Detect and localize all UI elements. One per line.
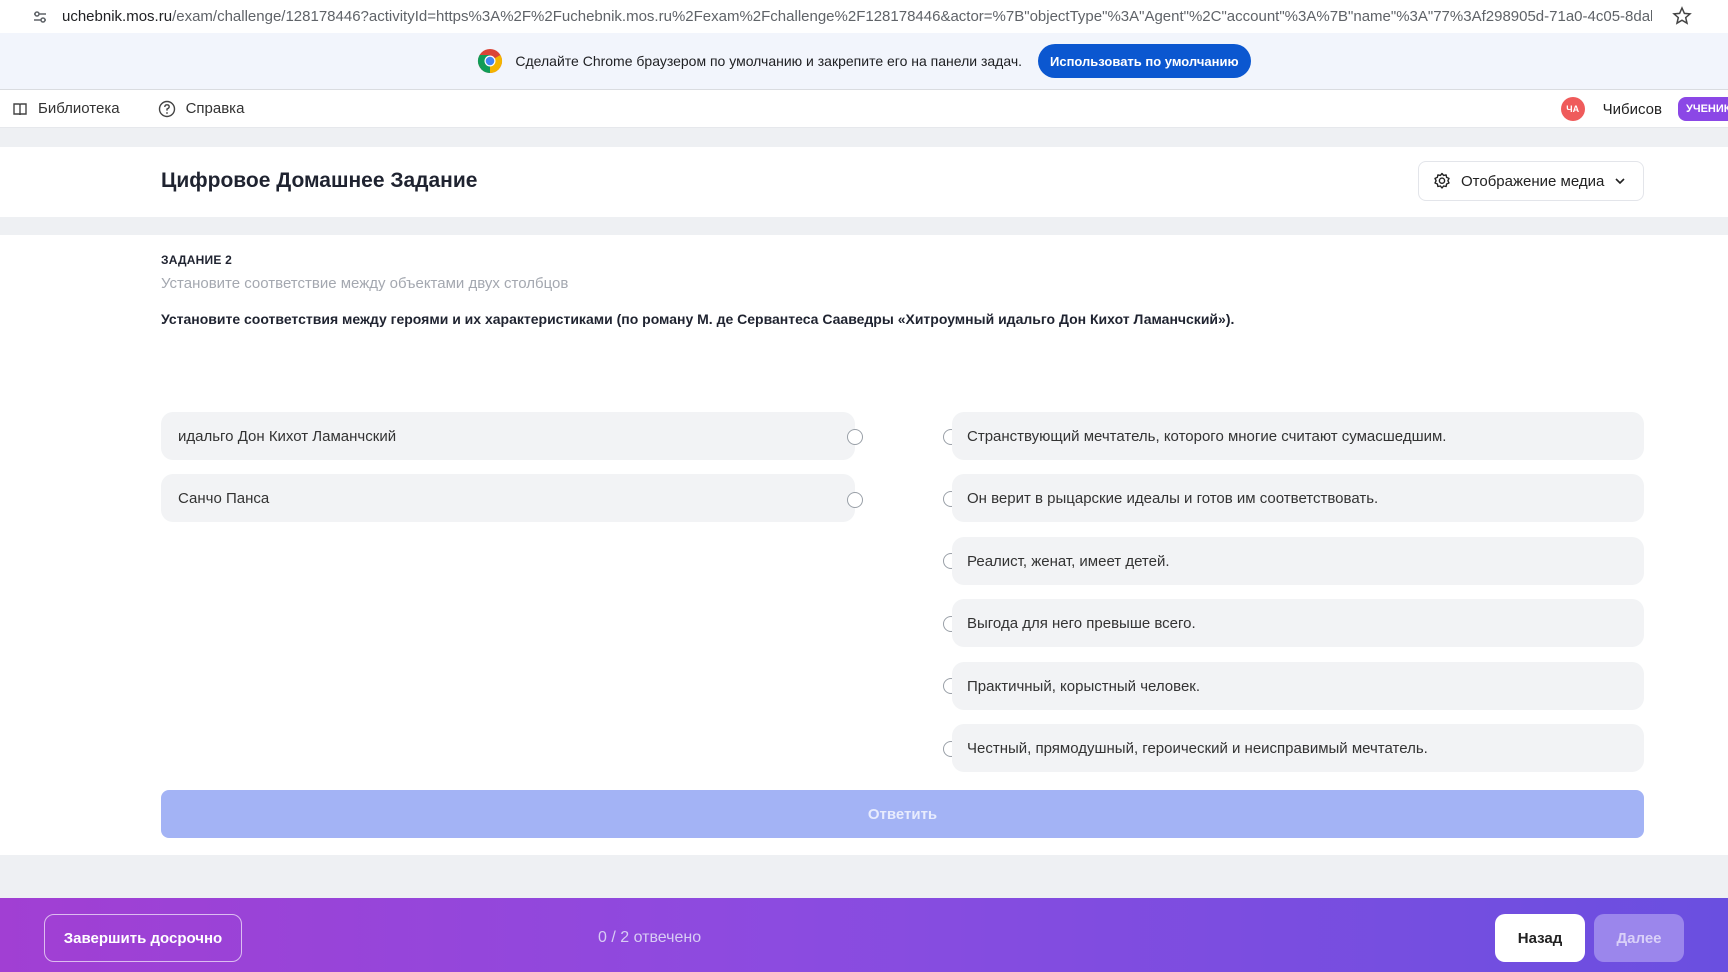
back-button[interactable]: Назад xyxy=(1495,914,1585,962)
app-nav: Библиотека Справка ЧА Чибисов УЧЕНИК xyxy=(0,90,1728,128)
right-item-label: Странствующий мечтатель, которого многие… xyxy=(967,427,1447,445)
footer-bar: Завершить досрочно 0 / 2 отвечено Назад … xyxy=(0,898,1728,972)
left-radio[interactable] xyxy=(847,492,863,508)
book-icon xyxy=(13,102,27,115)
browser-address-bar: uchebnik.mos.ru/exam/challenge/128178446… xyxy=(0,0,1728,33)
right-item-label: Реалист, женат, имеет детей. xyxy=(967,552,1170,570)
right-item[interactable]: Странствующий мечтатель, которого многие… xyxy=(952,412,1644,460)
next-button[interactable]: Далее xyxy=(1594,914,1684,962)
right-item[interactable]: Практичный, корыстный человек. xyxy=(952,662,1644,710)
page-title: Цифровое Домашнее Задание xyxy=(161,169,478,192)
left-item[interactable]: Санчо Панса xyxy=(161,474,855,522)
nav-help-label: Справка xyxy=(185,100,245,117)
nav-help[interactable]: Справка xyxy=(158,100,245,118)
right-item[interactable]: Честный, прямодушный, героический и неис… xyxy=(952,724,1644,772)
site-settings-icon[interactable] xyxy=(30,7,50,27)
default-browser-infobar: Сделайте Chrome браузером по умолчанию и… xyxy=(0,33,1728,90)
chevron-down-icon xyxy=(1615,178,1625,185)
task-question: Установите соответствия между героями и … xyxy=(161,311,1235,327)
nav-library[interactable]: Библиотека xyxy=(12,100,120,117)
avatar[interactable]: ЧА xyxy=(1560,97,1585,121)
right-item-label: Он верит в рыцарские идеалы и готов им с… xyxy=(967,489,1379,507)
task-number: ЗАДАНИЕ 2 xyxy=(161,253,232,267)
left-item[interactable]: идальго Дон Кихот Ламанчский xyxy=(161,412,855,460)
url-field[interactable]: uchebnik.mos.ru/exam/challenge/128178446… xyxy=(62,8,1652,25)
help-icon xyxy=(158,100,175,117)
finish-early-button[interactable]: Завершить досрочно xyxy=(44,914,242,962)
nav-library-label: Библиотека xyxy=(38,100,120,117)
bookmark-star-icon[interactable] xyxy=(1672,6,1692,26)
answered-progress: 0 / 2 отвечено xyxy=(598,929,702,946)
right-item[interactable]: Он верит в рыцарские идеалы и готов им с… xyxy=(952,474,1644,522)
left-item-label: Санчо Панса xyxy=(178,489,270,507)
right-item-label: Выгода для него превыше всего. xyxy=(967,614,1196,632)
left-radio[interactable] xyxy=(847,429,863,445)
right-item[interactable]: Реалист, женат, имеет детей. xyxy=(952,537,1644,585)
infobar-message: Сделайте Chrome браузером по умолчанию и… xyxy=(515,53,1022,69)
chrome-logo-icon xyxy=(477,48,503,74)
media-display-label: Отображение медиа xyxy=(1461,172,1605,190)
url-host: uchebnik.mos.ru xyxy=(62,8,173,25)
task-card: ЗАДАНИЕ 2 Установите соответствие между … xyxy=(0,235,1728,855)
user-name[interactable]: Чибисов xyxy=(1603,101,1662,118)
task-hint: Установите соответствие между объектами … xyxy=(161,275,569,292)
left-item-label: идальго Дон Кихот Ламанчский xyxy=(178,427,397,445)
right-item[interactable]: Выгода для него превыше всего. xyxy=(952,599,1644,647)
user-menu[interactable]: ЧА Чибисов УЧЕНИК xyxy=(1560,90,1728,128)
role-badge: УЧЕНИК xyxy=(1678,97,1728,121)
url-path: /exam/challenge/128178446?activityId=htt… xyxy=(172,8,1652,25)
answer-button[interactable]: Ответить xyxy=(161,790,1644,838)
gear-icon xyxy=(1434,172,1450,189)
set-default-button[interactable]: Использовать по умолчанию xyxy=(1038,44,1251,78)
title-card: Цифровое Домашнее Задание Отображение ме… xyxy=(0,147,1728,217)
right-item-label: Честный, прямодушный, героический и неис… xyxy=(967,739,1428,757)
right-item-label: Практичный, корыстный человек. xyxy=(967,677,1201,695)
media-display-dropdown[interactable]: Отображение медиа xyxy=(1418,161,1644,201)
